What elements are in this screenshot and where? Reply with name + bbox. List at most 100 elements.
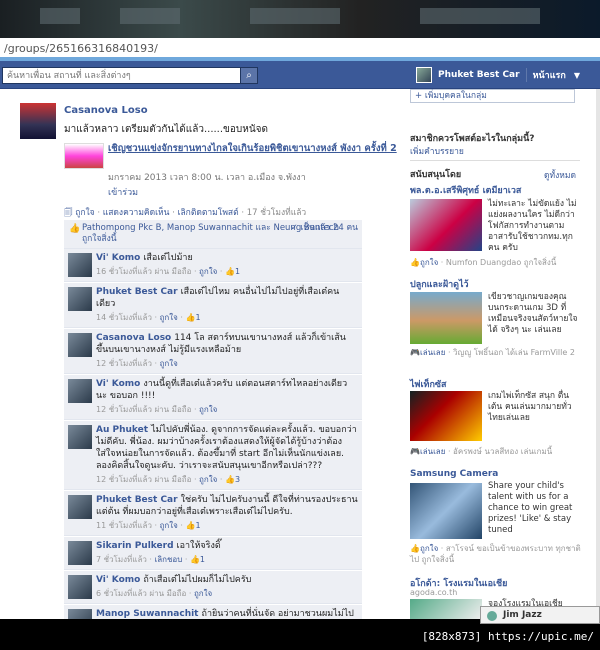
ad-body: ไม่ทะเลาะ ไม่ขัดแย้ง ไม่แย่งผลงานใคร ไม่… bbox=[488, 199, 577, 253]
add-description-link[interactable]: เพิ่มคำบรรยาย bbox=[410, 144, 464, 158]
comment-author[interactable]: Vi' Komo bbox=[96, 379, 140, 389]
comment-like-count[interactable]: 1 bbox=[195, 521, 200, 530]
unfollow-link[interactable]: เลิกติดตามโพสต์ bbox=[178, 208, 239, 218]
url-text[interactable]: /groups/265166316840193/ bbox=[4, 42, 158, 55]
comment-text-block: Vi' Komo ถ้าเสือเต๋ไม่ไปผมก็ไม่ไปครับ bbox=[96, 574, 358, 586]
avatar[interactable] bbox=[68, 425, 92, 449]
chat-name: Jim Jazz bbox=[503, 610, 542, 620]
search-input[interactable] bbox=[3, 68, 239, 83]
avatar[interactable] bbox=[416, 67, 432, 83]
comment-like-link[interactable]: ถูกใจ bbox=[160, 359, 178, 368]
comment-text-block: Vi' Komo เสือเต๋ไปม้าย bbox=[96, 252, 358, 264]
ad-title[interactable]: Samsung Camera bbox=[410, 469, 498, 479]
ad-play-link[interactable]: เล่นเลย bbox=[420, 348, 445, 357]
blurred-block bbox=[420, 8, 540, 24]
comment-text-block: Sikarin Pulkerd เอาให้จริงดิ๊ bbox=[96, 540, 358, 552]
comment-like-link[interactable]: ถูกใจ bbox=[160, 521, 178, 530]
comment-item: Au Phuket ไม่ไปคับพี่น้อง. ดูจากการจัดแต่… bbox=[64, 421, 362, 490]
comment-timestamp[interactable]: 6 ชั่วโมงที่แล้ว ผ่าน มือถือ · bbox=[96, 589, 191, 598]
ad-title[interactable]: ปลูกและฝ้าดูไว้ bbox=[410, 277, 469, 291]
search-icon[interactable]: ⌕ bbox=[240, 68, 257, 83]
comment-author[interactable]: Vi' Komo bbox=[96, 575, 140, 585]
ad-image[interactable] bbox=[410, 199, 482, 251]
scrollbar[interactable] bbox=[596, 89, 600, 619]
comment-meta: 7 ชั่วโมงที่แล้ว · เลิกชอบ · 👍1 bbox=[96, 555, 205, 564]
seen-by-link[interactable]: ✓ เห็นแล้ว 24 คน bbox=[291, 223, 358, 234]
comment-timestamp[interactable]: 14 ชั่วโมงที่แล้ว · bbox=[96, 313, 157, 322]
comment-text: เสือเต๋ไปม้าย bbox=[143, 253, 193, 263]
thumbs-up-icon: 👍 bbox=[410, 258, 420, 267]
game-icon: 🎮 bbox=[410, 348, 420, 357]
comment-like-link[interactable]: ถูกใจ bbox=[194, 589, 212, 598]
comment-like-count[interactable]: 1 bbox=[235, 267, 240, 276]
comment-like-count[interactable]: 1 bbox=[195, 313, 200, 322]
avatar[interactable] bbox=[68, 575, 92, 599]
chevron-down-icon[interactable]: ▼ bbox=[574, 71, 580, 80]
comment-author[interactable]: Manop Suwannachit bbox=[96, 609, 199, 619]
avatar[interactable] bbox=[68, 253, 92, 277]
comment-author[interactable]: Phuket Best Car bbox=[96, 287, 178, 297]
avatar[interactable] bbox=[20, 103, 56, 139]
comment-like-count[interactable]: 1 bbox=[200, 555, 205, 564]
thumbs-up-icon: 👍 bbox=[410, 544, 420, 553]
thumbs-up-icon: 👍 bbox=[185, 313, 196, 322]
comment-timestamp[interactable]: 12 ชั่วโมงที่แล้ว ผ่าน มือถือ · bbox=[96, 475, 197, 484]
avatar[interactable] bbox=[68, 541, 92, 565]
avatar[interactable] bbox=[68, 333, 92, 357]
event-join-link[interactable]: เข้าร่วม bbox=[108, 185, 138, 199]
comment-text-block: Vi' Komo งานนี้ดูที่เสือเต๋แล้วครับ แต่ตอ… bbox=[96, 378, 358, 402]
post-author[interactable]: Casanova Loso bbox=[64, 105, 148, 116]
comment-author[interactable]: Phuket Best Car bbox=[96, 495, 178, 505]
comment-item: Casanova Loso 114 โล สตาร์ทบนเขานางหงส์ แ… bbox=[64, 329, 362, 374]
comment-link[interactable]: แสดงความคิดเห็น bbox=[103, 208, 170, 218]
event-title-link[interactable]: เชิญชวนแข่งจักรยานทางไกลใจเกินร้อยพิชิตเ… bbox=[108, 143, 398, 155]
header-user-name[interactable]: Phuket Best Car bbox=[438, 70, 520, 80]
ad-title[interactable]: ไพ่เท็กซัส bbox=[410, 377, 447, 391]
ad-like-link[interactable]: ถูกใจ bbox=[420, 544, 438, 553]
ad-domain[interactable]: agoda.co.th bbox=[410, 588, 457, 597]
ad-play-link[interactable]: เล่นเลย bbox=[420, 447, 445, 456]
comment-author[interactable]: Casanova Loso bbox=[96, 333, 171, 343]
comment-like-link[interactable]: ถูกใจ bbox=[199, 267, 217, 276]
comment-timestamp[interactable]: 7 ชั่วโมงที่แล้ว · bbox=[96, 555, 152, 564]
comment-like-link[interactable]: เลิกชอบ bbox=[155, 555, 183, 564]
ad-image[interactable] bbox=[410, 391, 482, 441]
comment-like-count[interactable]: 3 bbox=[235, 475, 240, 484]
avatar[interactable] bbox=[68, 379, 92, 403]
comment-like-link[interactable]: ถูกใจ bbox=[199, 475, 217, 484]
event-thumbnail[interactable] bbox=[64, 143, 104, 169]
thumbs-up-icon: 👍 bbox=[224, 475, 235, 484]
comment-timestamp[interactable]: 12 ชั่วโมงที่แล้ว ผ่าน มือถือ · bbox=[96, 405, 197, 414]
see-all-link[interactable]: ดูทั้งหมด bbox=[544, 168, 576, 182]
ad-image[interactable] bbox=[410, 483, 482, 539]
comment-like-link[interactable]: ถูกใจ bbox=[160, 313, 178, 322]
avatar[interactable] bbox=[68, 287, 92, 311]
comment-like-link[interactable]: ถูกใจ bbox=[199, 405, 217, 414]
comment-timestamp[interactable]: 12 ชั่วโมงที่แล้ว · bbox=[96, 359, 157, 368]
comment-author[interactable]: Au Phuket bbox=[96, 425, 148, 435]
home-link[interactable]: หน้าแรก bbox=[533, 68, 566, 82]
post-actions: 🗐 ถูกใจ · แสดงความคิดเห็น · เลิกติดตามโพ… bbox=[64, 208, 307, 218]
event-time: มกราคม 2013 เวลา 8:00 น. เวลา อ.เมือง จ.… bbox=[108, 173, 306, 183]
ad-image[interactable] bbox=[410, 599, 482, 619]
thumbs-up-icon: 👍 bbox=[69, 224, 81, 234]
avatar[interactable] bbox=[68, 495, 92, 519]
ad-like-link[interactable]: ถูกใจ bbox=[420, 258, 438, 267]
comment-author[interactable]: Vi' Komo bbox=[96, 253, 140, 263]
comment-item: Phuket Best Car ใช่ครับ ไม่ไปครับงานนี้ ด… bbox=[64, 491, 362, 536]
address-bar[interactable]: /groups/265166316840193/ bbox=[0, 38, 600, 58]
comment-timestamp[interactable]: 16 ชั่วโมงที่แล้ว ผ่าน มือถือ · bbox=[96, 267, 197, 276]
ad-title[interactable]: พล.ต.อ.เสรีพิศุทธ์ เตมียาเวส bbox=[410, 183, 521, 197]
members-question: สมาชิกควรโพสต์อะไรในกลุ่มนี้? bbox=[410, 134, 535, 144]
chat-tab[interactable]: Jim Jazz bbox=[480, 606, 600, 624]
search-box[interactable]: ⌕ bbox=[2, 67, 258, 84]
avatar[interactable] bbox=[68, 609, 92, 619]
ad-image[interactable] bbox=[410, 292, 482, 344]
ad-meta: 👍ถูกใจ · Numfon Duangdao ถูกใจสิ่งนี้ bbox=[410, 258, 557, 267]
like-link[interactable]: ถูกใจ bbox=[75, 208, 94, 218]
add-member-field[interactable]: + เพิ่มบุคคลในกลุ่ม bbox=[410, 89, 575, 103]
comment-timestamp[interactable]: 11 ชั่วโมงที่แล้ว · bbox=[96, 521, 157, 530]
comment-author[interactable]: Sikarin Pulkerd bbox=[96, 541, 174, 551]
ad-body: Share your child's talent with us for a … bbox=[488, 481, 573, 535]
post-timestamp[interactable]: 17 ชั่วโมงที่แล้ว bbox=[247, 208, 306, 218]
